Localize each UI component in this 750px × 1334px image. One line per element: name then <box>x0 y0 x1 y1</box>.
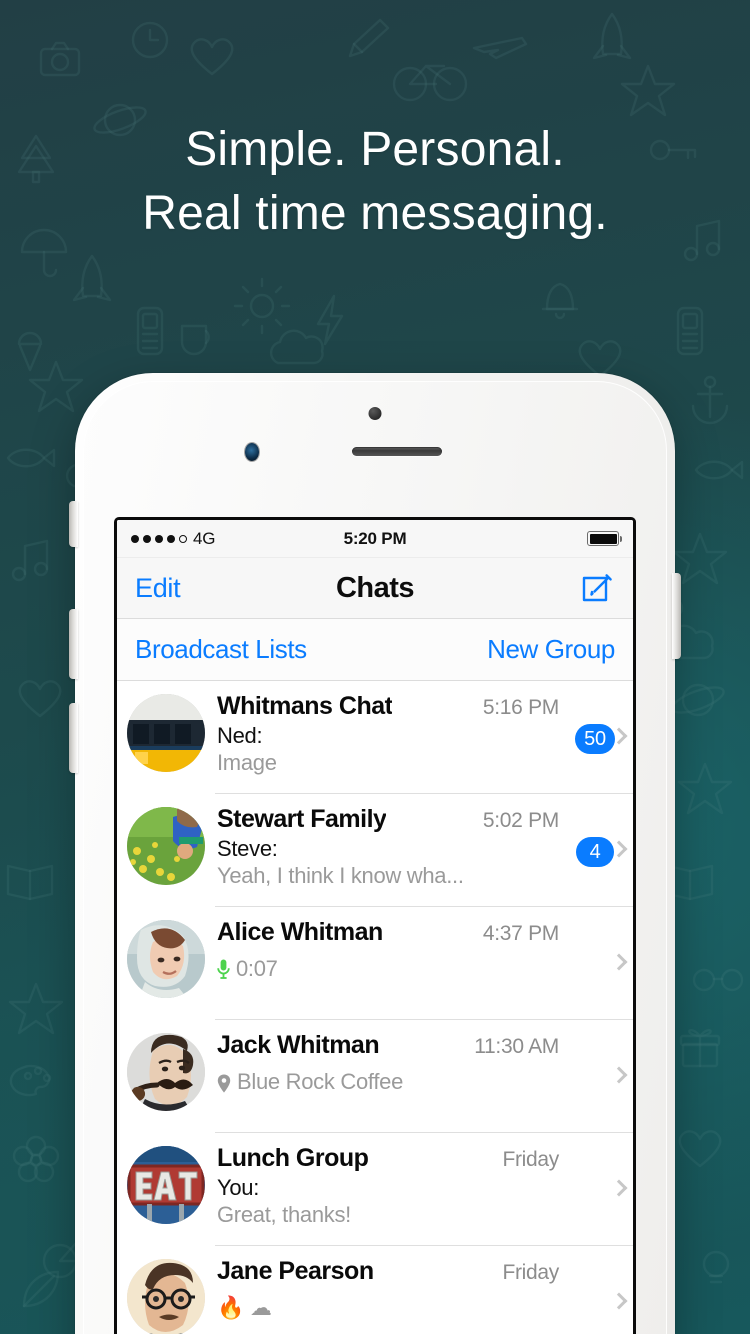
headline-line-1: Simple. Personal. <box>185 123 565 176</box>
broadcast-lists-button[interactable]: Broadcast Lists <box>135 634 307 665</box>
chat-list-item[interactable]: Lunch Group Friday You: Great, thanks! <box>117 1133 633 1246</box>
action-bar: Broadcast Lists New Group <box>117 619 633 681</box>
chat-item-body: Alice Whitman 4:37 PM 0:07 <box>205 916 571 982</box>
chat-time: 5:16 PM <box>482 696 559 719</box>
power-button[interactable] <box>672 573 681 659</box>
avatar <box>127 920 205 998</box>
chat-preview-row: 0:07 <box>217 956 571 982</box>
new-group-button[interactable]: New Group <box>487 634 615 665</box>
chat-title: Stewart Family <box>217 805 387 833</box>
avatar <box>127 694 205 772</box>
chat-item-body: Jack Whitman 11:30 AM Blue Rock Coffee <box>205 1029 571 1095</box>
chat-item-body: Lunch Group Friday You: Great, thanks! <box>205 1142 571 1228</box>
chat-title: Whitmans Chat <box>217 692 393 720</box>
chat-item-meta <box>571 916 633 971</box>
avatar <box>127 807 205 885</box>
phone-screen: 4G 5:20 PM Edit Chats Broadcast Lists Ne… <box>114 517 636 1334</box>
status-bar-left: 4G <box>131 529 215 549</box>
chat-list-item[interactable]: Alice Whitman 4:37 PM 0:07 <box>117 907 633 1020</box>
chat-item-meta: 50 <box>571 690 633 754</box>
edit-button[interactable]: Edit <box>135 573 181 604</box>
chat-time: 11:30 AM <box>474 1035 559 1058</box>
chat-item-body: Jane Pearson Friday 🔥 ☁ <box>205 1255 571 1321</box>
avatar <box>127 1033 205 1111</box>
chat-item-meta <box>571 1142 633 1197</box>
chat-sender: You: <box>217 1175 260 1200</box>
chat-list-item[interactable]: Whitmans Chat 5:16 PM Ned: Image 50 <box>117 681 633 794</box>
unread-badge: 50 <box>575 724 615 754</box>
chat-time: Friday <box>502 1148 559 1171</box>
chat-preview: 0:07 <box>236 956 278 981</box>
chat-time: 5:02 PM <box>482 809 559 832</box>
avatar <box>127 1146 205 1224</box>
chat-item-body: Stewart Family 5:02 PM Steve: Yeah, I th… <box>205 803 571 889</box>
chat-preview: Blue Rock Coffee <box>237 1069 404 1094</box>
chat-list-item[interactable]: Jane Pearson Friday 🔥 ☁ <box>117 1246 633 1334</box>
chat-title: Alice Whitman <box>217 918 383 946</box>
chat-list[interactable]: Whitmans Chat 5:16 PM Ned: Image 50 Stew… <box>117 681 633 1334</box>
chat-preview-row: Blue Rock Coffee <box>217 1069 571 1095</box>
phone-mockup: 4G 5:20 PM Edit Chats Broadcast Lists Ne… <box>69 373 681 1334</box>
signal-strength-icon <box>131 534 187 543</box>
chat-item-body: Whitmans Chat 5:16 PM Ned: Image <box>205 690 571 776</box>
microphone-icon <box>217 959 230 979</box>
chat-title: Jane Pearson <box>217 1257 374 1285</box>
volume-up-button[interactable] <box>69 609 78 679</box>
chat-item-meta <box>571 1029 633 1084</box>
page-title: Simple. Personal. Real time messaging. <box>0 118 750 246</box>
proximity-sensor-icon <box>245 443 259 461</box>
avatar <box>127 1259 205 1334</box>
chat-list-item[interactable]: Jack Whitman 11:30 AM Blue Rock Coffee <box>117 1020 633 1133</box>
compose-icon[interactable] <box>581 571 615 605</box>
chat-time: 4:37 PM <box>482 922 559 945</box>
status-bar: 4G 5:20 PM <box>117 520 633 558</box>
chevron-right-icon <box>610 1179 628 1197</box>
silent-switch-button[interactable] <box>69 501 78 547</box>
headline-line-2: Real time messaging. <box>142 187 608 240</box>
chat-sender: Steve: <box>217 836 278 861</box>
chat-title: Lunch Group <box>217 1144 369 1172</box>
location-pin-icon <box>217 1073 231 1092</box>
chat-time: Friday <box>502 1261 559 1284</box>
volume-down-button[interactable] <box>69 703 78 773</box>
unread-badge: 4 <box>576 837 614 867</box>
chat-item-meta <box>571 1255 633 1310</box>
battery-icon <box>587 531 622 546</box>
chat-item-meta: 4 <box>571 803 633 867</box>
front-camera-icon <box>368 407 382 420</box>
chevron-right-icon <box>610 1292 628 1310</box>
earpiece-speaker-icon <box>352 447 442 456</box>
chevron-right-icon <box>610 953 628 971</box>
chat-preview: Image <box>217 750 277 775</box>
carrier-label: 4G <box>193 528 216 548</box>
chevron-right-icon <box>610 1066 628 1084</box>
status-bar-right <box>587 531 622 546</box>
chat-title: Jack Whitman <box>217 1031 380 1059</box>
navigation-bar: Edit Chats <box>117 558 633 619</box>
chat-sender: Ned: <box>217 723 263 748</box>
chat-preview: Great, thanks! <box>217 1202 351 1227</box>
chat-preview: 🔥 ☁ <box>217 1295 272 1320</box>
chat-preview: Yeah, I think I know wha... <box>217 863 464 888</box>
chat-list-item[interactable]: Stewart Family 5:02 PM Steve: Yeah, I th… <box>117 794 633 907</box>
nav-title: Chats <box>335 571 415 604</box>
